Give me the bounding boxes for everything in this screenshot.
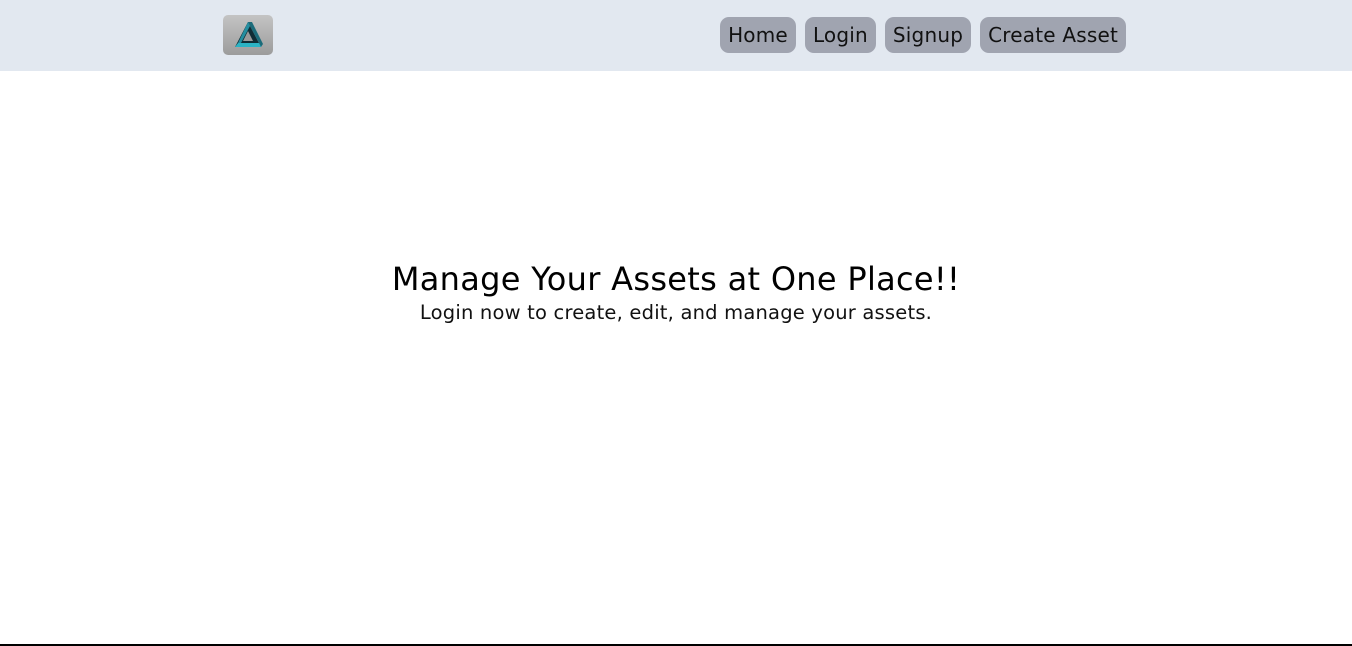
hero-section: Manage Your Assets at One Place!! Login …: [0, 256, 1352, 324]
navbar: Home Login Signup Create Asset: [0, 0, 1352, 71]
hero-title: Manage Your Assets at One Place!!: [391, 260, 961, 298]
create-asset-button[interactable]: Create Asset: [980, 17, 1126, 53]
login-button[interactable]: Login: [804, 17, 876, 53]
home-button[interactable]: Home: [720, 17, 796, 53]
hero-subtitle: Login now to create, edit, and manage yo…: [419, 301, 933, 324]
signup-button[interactable]: Signup: [884, 17, 972, 53]
nav-links: Home Login Signup Create Asset: [720, 17, 1126, 53]
impossible-triangle-logo-icon: [235, 22, 263, 47]
logo[interactable]: [223, 15, 273, 55]
